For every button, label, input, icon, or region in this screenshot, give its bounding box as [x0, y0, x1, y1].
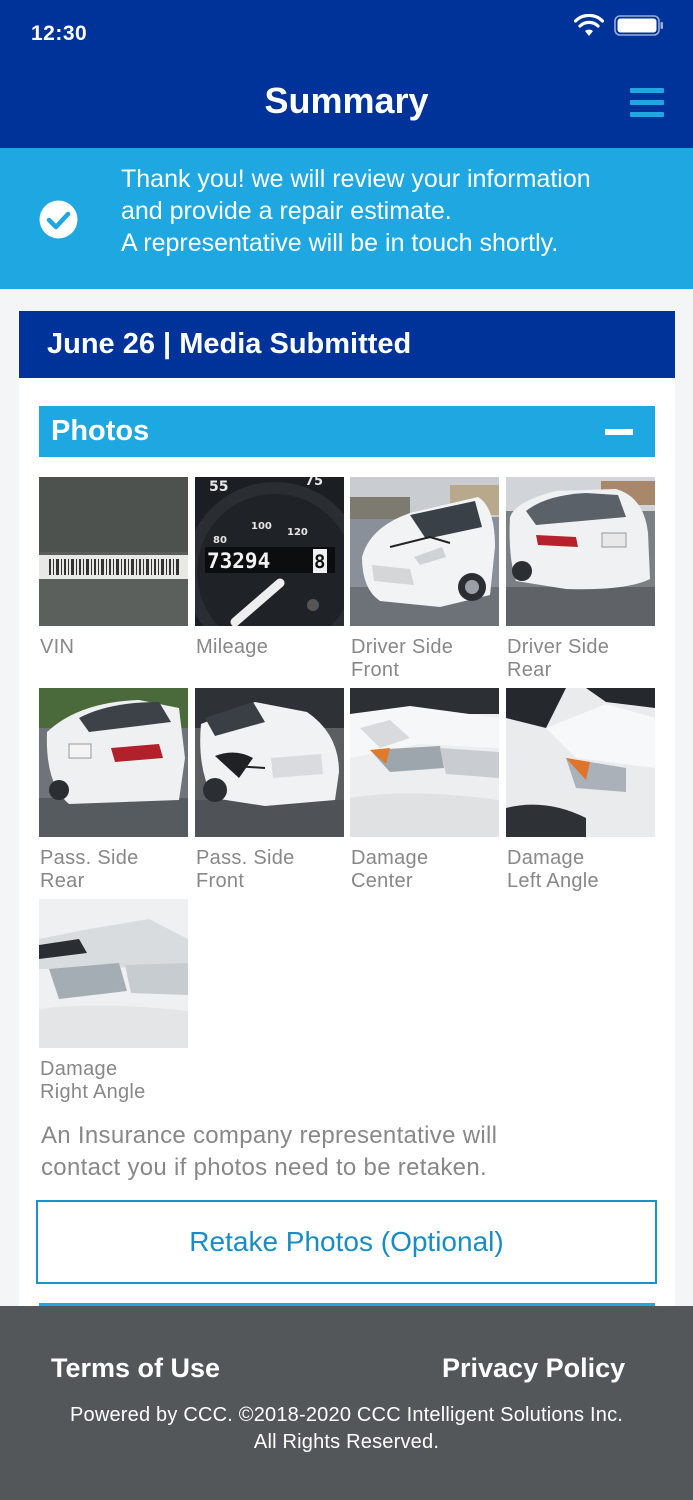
footer: Terms of Use Privacy Policy Powered by C… — [0, 1306, 693, 1500]
driver-side-rear-image — [506, 477, 655, 626]
banner-line: A representative will be in touch shortl… — [121, 229, 559, 257]
page-title: Summary — [264, 80, 429, 121]
photo-driver-side-rear[interactable]: Driver Side Rear — [506, 477, 655, 682]
check-circle-icon — [39, 200, 78, 239]
photo-mileage[interactable]: 55 75 80 100 120 73294 8 Mileage — [195, 477, 344, 659]
driver-side-front-image — [350, 477, 499, 626]
privacy-policy-link[interactable]: Privacy Policy — [442, 1353, 625, 1384]
pass-side-rear-image — [39, 688, 188, 837]
section-title: Photos — [51, 415, 150, 447]
photo-caption: VIN — [40, 636, 75, 658]
pass-side-front-image — [195, 688, 344, 837]
menu-icon[interactable] — [630, 88, 664, 120]
photo-driver-side-front[interactable]: Driver Side Front — [350, 477, 499, 682]
confirmation-message: Thank you! we will review your informati… — [121, 163, 681, 259]
terms-of-use-link[interactable]: Terms of Use — [51, 1353, 220, 1384]
svg-text:8: 8 — [314, 551, 325, 573]
photo-pass-side-front[interactable]: Pass. Side Front — [195, 688, 344, 893]
photo-damage-center[interactable]: Damage Center — [350, 688, 499, 893]
damage-left-angle-image — [506, 688, 655, 837]
mileage-photo-image: 55 75 80 100 120 73294 8 — [195, 477, 344, 626]
photo-damage-right-angle[interactable]: Damage Right Angle — [39, 899, 188, 1104]
photo-caption: Pass. Side Front — [196, 847, 295, 892]
svg-text:80: 80 — [213, 535, 227, 546]
svg-text:73294: 73294 — [207, 549, 270, 573]
svg-text:75: 75 — [305, 477, 323, 489]
status-bar: 12:30 — [0, 0, 693, 66]
banner-line: and provide a repair estimate. — [121, 197, 452, 225]
svg-text:120: 120 — [287, 527, 308, 538]
photo-caption: Pass. Side Rear — [40, 847, 139, 892]
photo-caption: Driver Side Rear — [507, 636, 610, 681]
wifi-icon — [574, 14, 604, 36]
collapse-icon[interactable] — [605, 429, 633, 435]
banner-line: Thank you! we will review your informati… — [121, 165, 591, 193]
damage-right-angle-image — [39, 899, 188, 1048]
photo-pass-side-rear[interactable]: Pass. Side Rear — [39, 688, 188, 893]
photo-caption: Damage Right Angle — [40, 1058, 146, 1103]
battery-icon — [614, 15, 663, 36]
status-time: 12:30 — [31, 22, 88, 45]
photo-caption: Mileage — [196, 636, 269, 658]
photo-vin[interactable]: VIN — [39, 477, 188, 659]
photo-caption: Damage Left Angle — [507, 847, 599, 892]
retake-photos-button[interactable]: Retake Photos (Optional) — [36, 1200, 657, 1284]
vin-photo-image — [39, 477, 188, 626]
retake-note: An Insurance company representative will… — [41, 1122, 498, 1181]
photo-caption: Driver Side Front — [351, 636, 454, 681]
copyright-text: Powered by CCC. ©2018-2020 CCC Intellige… — [69, 1404, 624, 1453]
card-header: June 26 | Media Submitted — [19, 311, 675, 378]
damage-center-image — [350, 688, 499, 837]
confirmation-banner: Thank you! we will review your informati… — [0, 148, 693, 289]
svg-text:100: 100 — [251, 521, 272, 532]
svg-text:55: 55 — [209, 479, 228, 495]
media-card: June 26 | Media Submitted Photos VIN 55 … — [19, 311, 675, 1321]
photos-section-header[interactable]: Photos — [39, 406, 655, 457]
nav-bar: Summary — [0, 66, 693, 148]
photo-caption: Damage Center — [351, 847, 429, 892]
photo-damage-left-angle[interactable]: Damage Left Angle — [506, 688, 655, 893]
